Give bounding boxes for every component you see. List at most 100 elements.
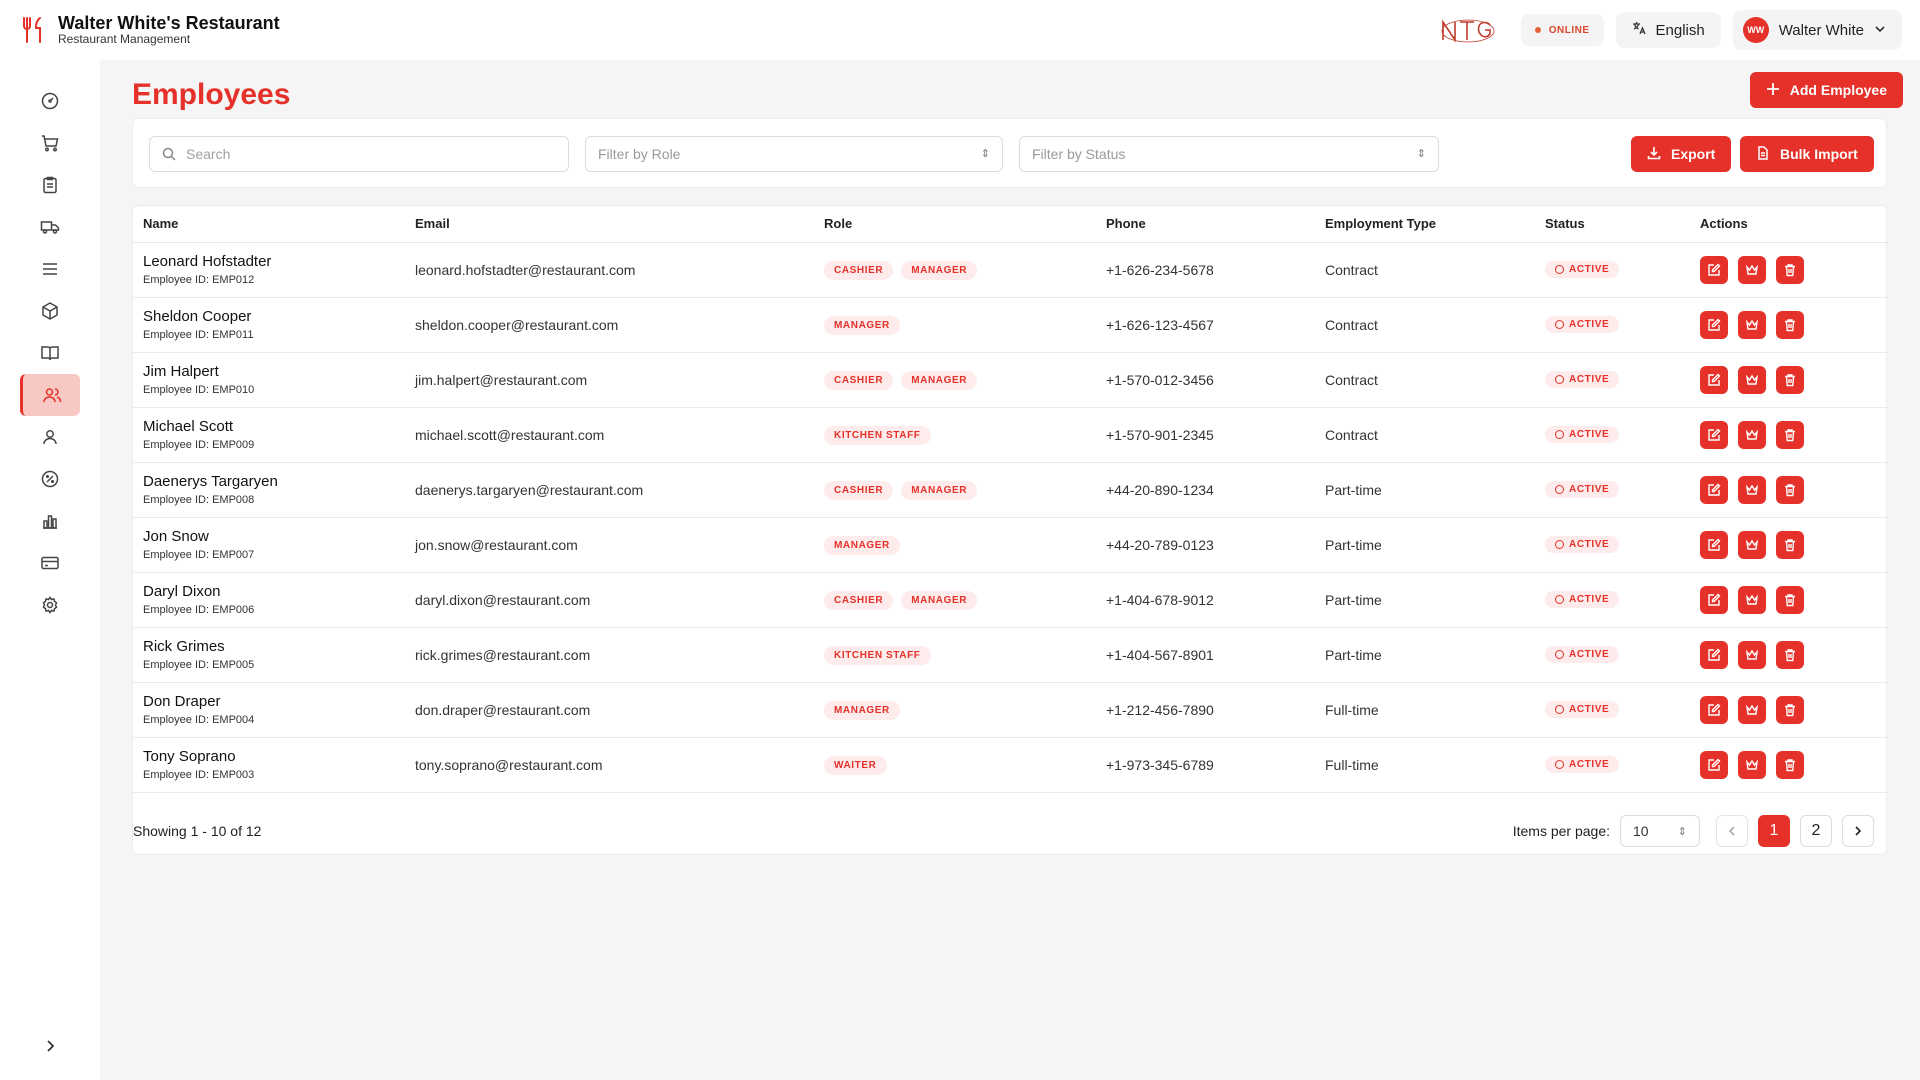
delete-button[interactable] <box>1776 640 1804 669</box>
status-label: ACTIVE <box>1569 649 1610 660</box>
table-row[interactable]: Sheldon Cooper Employee ID: EMP011 sheld… <box>133 297 1888 353</box>
sidebar-expand-button[interactable] <box>40 1036 60 1056</box>
edit-button[interactable] <box>1700 255 1728 284</box>
employee-id-prefix: Employee ID: <box>143 384 213 396</box>
role-badge: MANAGER <box>901 590 978 610</box>
assign-role-button[interactable] <box>1738 750 1766 779</box>
sidebar-item-customers[interactable] <box>20 416 80 458</box>
sidebar-item-settings[interactable] <box>20 584 80 626</box>
sidebar-item-dashboard[interactable] <box>20 80 80 122</box>
edit-button[interactable] <box>1700 640 1728 669</box>
email-cell: rick.grimes@restaurant.com <box>405 627 814 683</box>
table-row[interactable]: Daenerys Targaryen Employee ID: EMP008 d… <box>133 462 1888 518</box>
column-header-actions: Actions <box>1690 206 1888 243</box>
sidebar-item-inventory[interactable] <box>20 290 80 332</box>
edit-button[interactable] <box>1700 310 1728 339</box>
sidebar-item-delivery[interactable] <box>20 206 80 248</box>
table-row[interactable]: Jim Halpert Employee ID: EMP010 jim.halp… <box>133 352 1888 408</box>
delete-button[interactable] <box>1776 255 1804 284</box>
add-employee-button[interactable]: Add Employee <box>1749 72 1903 108</box>
sidebar-item-reports[interactable] <box>20 500 80 542</box>
delete-button[interactable] <box>1776 530 1804 559</box>
assign-role-button[interactable] <box>1738 365 1766 394</box>
edit-icon <box>1707 483 1721 497</box>
sidebar-item-discounts[interactable] <box>20 458 80 500</box>
edit-button[interactable] <box>1700 530 1728 559</box>
table-row[interactable]: Leonard Hofstadter Employee ID: EMP012 l… <box>133 242 1888 298</box>
next-page-button[interactable] <box>1842 815 1874 847</box>
assign-role-button[interactable] <box>1738 640 1766 669</box>
page-button-2[interactable]: 2 <box>1800 815 1832 847</box>
table-row[interactable]: Tony Soprano Employee ID: EMP003 tony.so… <box>133 737 1888 793</box>
delete-button[interactable] <box>1776 475 1804 504</box>
assign-role-button[interactable] <box>1738 420 1766 449</box>
status-badge: ACTIVE <box>1545 536 1620 553</box>
column-header-phone[interactable]: Phone <box>1096 206 1315 243</box>
status-filter-select[interactable]: Filter by Status ⇕ <box>1019 136 1439 172</box>
status-badge: ACTIVE <box>1545 701 1620 718</box>
sidebar-item-orders[interactable] <box>20 122 80 164</box>
delete-button[interactable] <box>1776 750 1804 779</box>
edit-button[interactable] <box>1700 475 1728 504</box>
edit-icon <box>1707 593 1721 607</box>
items-per-page-select[interactable]: 10 ⇕ <box>1620 815 1700 847</box>
delete-button[interactable] <box>1776 585 1804 614</box>
page-button-1[interactable]: 1 <box>1758 815 1790 847</box>
status-badge: ACTIVE <box>1545 756 1620 773</box>
edit-button[interactable] <box>1700 750 1728 779</box>
delete-button[interactable] <box>1776 310 1804 339</box>
previous-page-button[interactable] <box>1716 815 1748 847</box>
language-selector[interactable]: English <box>1615 12 1721 48</box>
column-header-name[interactable]: Name <box>133 206 405 243</box>
table-row[interactable]: Jon Snow Employee ID: EMP007 jon.snow@re… <box>133 517 1888 573</box>
employee-id-value: EMP009 <box>212 439 255 451</box>
edit-button[interactable] <box>1700 420 1728 449</box>
status-badge: ACTIVE <box>1545 591 1620 608</box>
assign-role-button[interactable] <box>1738 310 1766 339</box>
role-badge: MANAGER <box>901 260 978 280</box>
sidebar-item-employees[interactable] <box>20 374 80 416</box>
table-row[interactable]: Rick Grimes Employee ID: EMP005 rick.gri… <box>133 627 1888 683</box>
edit-button[interactable] <box>1700 585 1728 614</box>
assign-role-button[interactable] <box>1738 530 1766 559</box>
menu-list-icon <box>43 263 57 275</box>
sidebar-item-menu[interactable] <box>20 248 80 290</box>
employee-id-value: EMP006 <box>212 604 255 616</box>
edit-button[interactable] <box>1700 365 1728 394</box>
edit-button[interactable] <box>1700 695 1728 724</box>
sidebar-item-tasks[interactable] <box>20 164 80 206</box>
employee-id-prefix: Employee ID: <box>143 659 213 671</box>
assign-role-button[interactable] <box>1738 585 1766 614</box>
bulk-import-button[interactable]: Bulk Import <box>1740 136 1874 172</box>
edit-icon <box>1707 703 1721 717</box>
delete-button[interactable] <box>1776 695 1804 724</box>
name-cell: Michael Scott Employee ID: EMP009 <box>133 407 405 463</box>
status-cell: ACTIVE <box>1535 462 1690 518</box>
export-button[interactable]: Export <box>1631 136 1732 172</box>
role-filter-select[interactable]: Filter by Role ⇕ <box>585 136 1003 172</box>
column-header-role[interactable]: Role <box>814 206 1096 243</box>
assign-role-button[interactable] <box>1738 475 1766 504</box>
sidebar-item-payments[interactable] <box>20 542 80 584</box>
assign-role-button[interactable] <box>1738 695 1766 724</box>
table-row[interactable]: Daryl Dixon Employee ID: EMP006 daryl.di… <box>133 572 1888 628</box>
column-header-status[interactable]: Status <box>1535 206 1690 243</box>
avatar: WW <box>1742 17 1769 43</box>
status-label: ACTIVE <box>1569 594 1610 605</box>
delete-button[interactable] <box>1776 420 1804 449</box>
column-header-employment-type[interactable]: Employment Type <box>1315 206 1535 243</box>
table-row[interactable]: Don Draper Employee ID: EMP004 don.drape… <box>133 682 1888 738</box>
employee-id-value: EMP011 <box>212 329 254 341</box>
sidebar-item-recipes[interactable] <box>20 332 80 374</box>
crown-icon <box>1745 373 1759 387</box>
table-header-row: Name Email Role Phone Employment Type St… <box>133 206 1888 243</box>
user-menu-button[interactable]: WW Walter White <box>1732 10 1902 50</box>
status-cell: ACTIVE <box>1535 682 1690 738</box>
employee-id: Employee ID: EMP010 <box>143 384 405 396</box>
assign-role-button[interactable] <box>1738 255 1766 284</box>
table-row[interactable]: Michael Scott Employee ID: EMP009 michae… <box>133 407 1888 463</box>
column-header-email[interactable]: Email <box>405 206 814 243</box>
search-input[interactable] <box>186 146 556 162</box>
delete-button[interactable] <box>1776 365 1804 394</box>
employment-type-cell: Contract <box>1315 352 1535 408</box>
